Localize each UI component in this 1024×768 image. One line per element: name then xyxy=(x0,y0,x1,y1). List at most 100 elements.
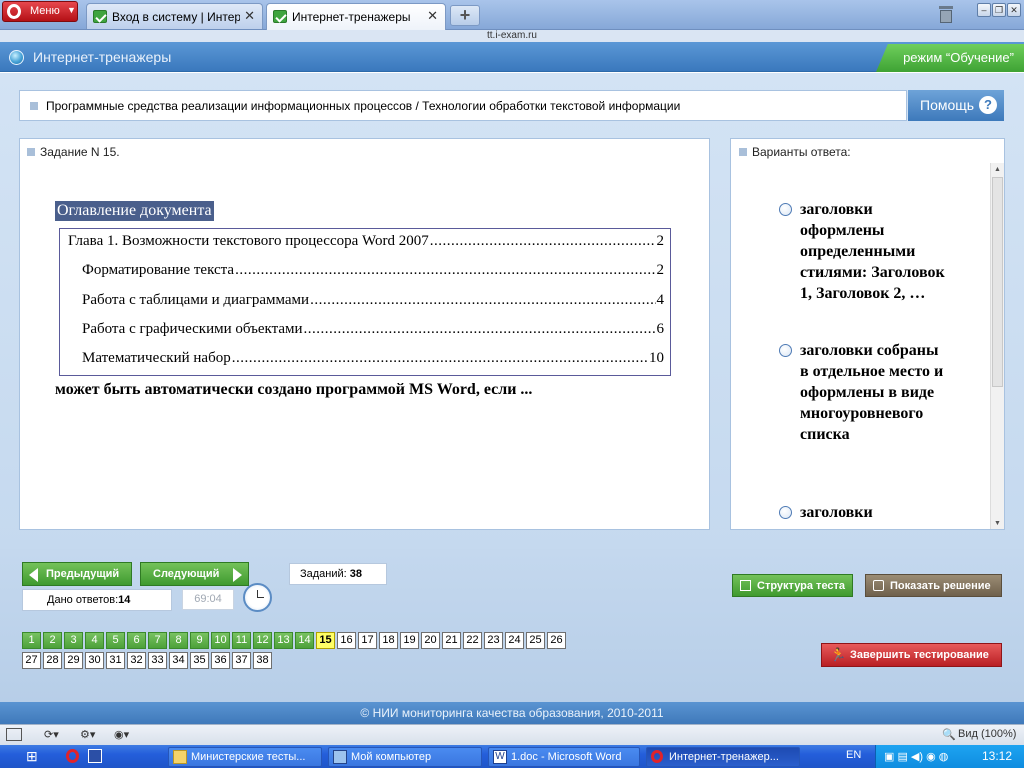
toc-heading: Оглавление документа xyxy=(55,201,214,221)
help-button[interactable]: Помощь ? xyxy=(908,90,1004,121)
answer-option-3[interactable]: заголовки выделены полужирным xyxy=(779,502,949,529)
minimize-button[interactable]: – xyxy=(977,3,991,17)
toc-entry-page: 4 xyxy=(656,292,665,308)
timer: 69:04 xyxy=(182,589,234,610)
question-number-cell[interactable]: 31 xyxy=(106,652,125,669)
show-solution-button[interactable]: Показать решение xyxy=(865,574,1002,597)
finish-test-button[interactable]: 🏃 Завершить тестирование xyxy=(821,643,1002,667)
question-number-cell[interactable]: 16 xyxy=(337,632,356,649)
question-number-cell[interactable]: 38 xyxy=(253,652,272,669)
question-text: может быть автоматически создано програм… xyxy=(55,381,533,398)
bullet-square-icon xyxy=(30,102,38,110)
browser-tab-login[interactable]: Вход в систему | Интер… ✕ xyxy=(86,3,263,29)
chevron-down-icon: ▼ xyxy=(67,5,76,15)
answer-option-1[interactable]: заголовки оформлены определенными стилям… xyxy=(779,199,949,319)
answer-text: заголовки оформлены определенными стилям… xyxy=(800,201,945,302)
prev-button[interactable]: Предыдущий xyxy=(22,562,132,586)
question-number-cell[interactable]: 20 xyxy=(421,632,440,649)
question-number-cell[interactable]: 33 xyxy=(148,652,167,669)
zoom-level[interactable]: Вид (100%) xyxy=(958,728,1016,742)
list-icon xyxy=(740,580,751,591)
taskbar-item-my-computer[interactable]: Мой компьютер xyxy=(328,747,482,767)
question-number-cell[interactable]: 3 xyxy=(64,632,83,649)
close-icon[interactable]: ✕ xyxy=(244,8,255,24)
scroll-thumb[interactable] xyxy=(992,177,1003,387)
zoom-icon[interactable]: 🔍 xyxy=(942,728,956,742)
question-number-cell[interactable]: 19 xyxy=(400,632,419,649)
question-number-cell[interactable]: 27 xyxy=(22,652,41,669)
question-number-cell[interactable]: 7 xyxy=(148,632,167,649)
opera-quicklaunch-icon[interactable] xyxy=(66,749,79,763)
question-number-cell[interactable]: 32 xyxy=(127,652,146,669)
question-number-cell[interactable]: 12 xyxy=(253,632,272,649)
unite-icon[interactable]: ⚙▾ xyxy=(80,728,95,742)
site-header: Интернет-тренажеры режим “Обучение” xyxy=(0,42,1024,72)
question-number-cell[interactable]: 36 xyxy=(211,652,230,669)
arrow-left-icon xyxy=(29,568,38,582)
next-button[interactable]: Следующий xyxy=(140,562,249,586)
question-number-cell[interactable]: 9 xyxy=(190,632,209,649)
question-number-cell[interactable]: 25 xyxy=(526,632,545,649)
taskbar-item-opera[interactable]: Интернет-тренажер... xyxy=(646,747,800,767)
question-number-cell[interactable]: 6 xyxy=(127,632,146,649)
question-number-cell[interactable]: 13 xyxy=(274,632,293,649)
question-number-cell[interactable]: 2 xyxy=(43,632,62,649)
taskbar-item-tests-folder[interactable]: Министерские тесты... xyxy=(168,747,322,767)
running-man-icon: 🏃 xyxy=(830,647,847,662)
close-icon[interactable]: ✕ xyxy=(427,8,438,24)
next-label: Следующий xyxy=(153,568,220,580)
question-number-cell[interactable]: 15 xyxy=(316,632,335,649)
tray-icons[interactable]: ▣ ▤ ◀) ◉ ◍ xyxy=(884,750,948,763)
question-number-cell[interactable]: 18 xyxy=(379,632,398,649)
trash-icon[interactable] xyxy=(936,4,956,24)
question-number-cell[interactable]: 14 xyxy=(295,632,314,649)
radio-button[interactable] xyxy=(779,506,792,519)
question-number-cell[interactable]: 1 xyxy=(22,632,41,649)
toc-entry-page: 6 xyxy=(656,321,665,337)
question-number-cell[interactable]: 29 xyxy=(64,652,83,669)
restore-button[interactable]: ❐ xyxy=(992,3,1006,17)
question-number-cell[interactable]: 17 xyxy=(358,632,377,649)
opera-icon xyxy=(651,750,663,763)
browser-tab-bar: Меню ▼ Вход в систему | Интер… ✕ Интерне… xyxy=(0,0,1024,30)
question-number-cell[interactable]: 35 xyxy=(190,652,209,669)
language-indicator[interactable]: EN xyxy=(846,749,861,761)
opera-menu-button[interactable]: Меню ▼ xyxy=(2,1,78,22)
new-tab-button[interactable]: + xyxy=(450,5,480,26)
question-number-cell[interactable]: 37 xyxy=(232,652,251,669)
question-number-cell[interactable]: 8 xyxy=(169,632,188,649)
question-number-cell[interactable]: 5 xyxy=(106,632,125,649)
panel-toggle-icon[interactable] xyxy=(6,728,22,741)
test-structure-button[interactable]: Структура теста xyxy=(732,574,853,597)
address-bar[interactable]: tt.i-exam.ru xyxy=(0,30,1024,42)
question-number-cell[interactable]: 21 xyxy=(442,632,461,649)
scroll-up-icon[interactable]: ▲ xyxy=(991,163,1004,176)
mode-badge: режим “Обучение” xyxy=(876,44,1024,72)
taskbar-item-word[interactable]: W 1.doc - Microsoft Word xyxy=(488,747,640,767)
answer-option-2[interactable]: заголовки собраны в отдельное место и оф… xyxy=(779,340,949,480)
question-number-cell[interactable]: 22 xyxy=(463,632,482,649)
windows-logo-icon[interactable]: ⊞ xyxy=(26,748,42,764)
question-number-cell[interactable]: 11 xyxy=(232,632,251,649)
answers-scrollbar[interactable]: ▲ ▼ xyxy=(990,163,1004,529)
question-number-cell[interactable]: 4 xyxy=(85,632,104,649)
sync-icon[interactable]: ⟳▾ xyxy=(44,728,59,742)
tab-title: Интернет-тренажеры xyxy=(292,10,411,24)
breadcrumb-text: Программные средства реализации информац… xyxy=(46,99,681,113)
question-number-cell[interactable]: 26 xyxy=(547,632,566,649)
turbo-icon[interactable]: ◉▾ xyxy=(114,728,129,742)
radio-button[interactable] xyxy=(779,203,792,216)
app-quicklaunch-icon[interactable] xyxy=(88,749,102,763)
scroll-down-icon[interactable]: ▼ xyxy=(991,517,1004,529)
answered-label: Дано ответов: xyxy=(47,594,119,606)
radio-button[interactable] xyxy=(779,344,792,357)
question-number-cell[interactable]: 10 xyxy=(211,632,230,649)
question-number-cell[interactable]: 28 xyxy=(43,652,62,669)
system-tray: ▣ ▤ ◀) ◉ ◍ 13:12 xyxy=(875,745,1024,768)
question-number-cell[interactable]: 23 xyxy=(484,632,503,649)
question-number-cell[interactable]: 34 xyxy=(169,652,188,669)
close-window-button[interactable]: ✕ xyxy=(1007,3,1021,17)
question-number-cell[interactable]: 24 xyxy=(505,632,524,649)
browser-tab-trainers[interactable]: Интернет-тренажеры ✕ xyxy=(266,3,446,30)
question-number-cell[interactable]: 30 xyxy=(85,652,104,669)
